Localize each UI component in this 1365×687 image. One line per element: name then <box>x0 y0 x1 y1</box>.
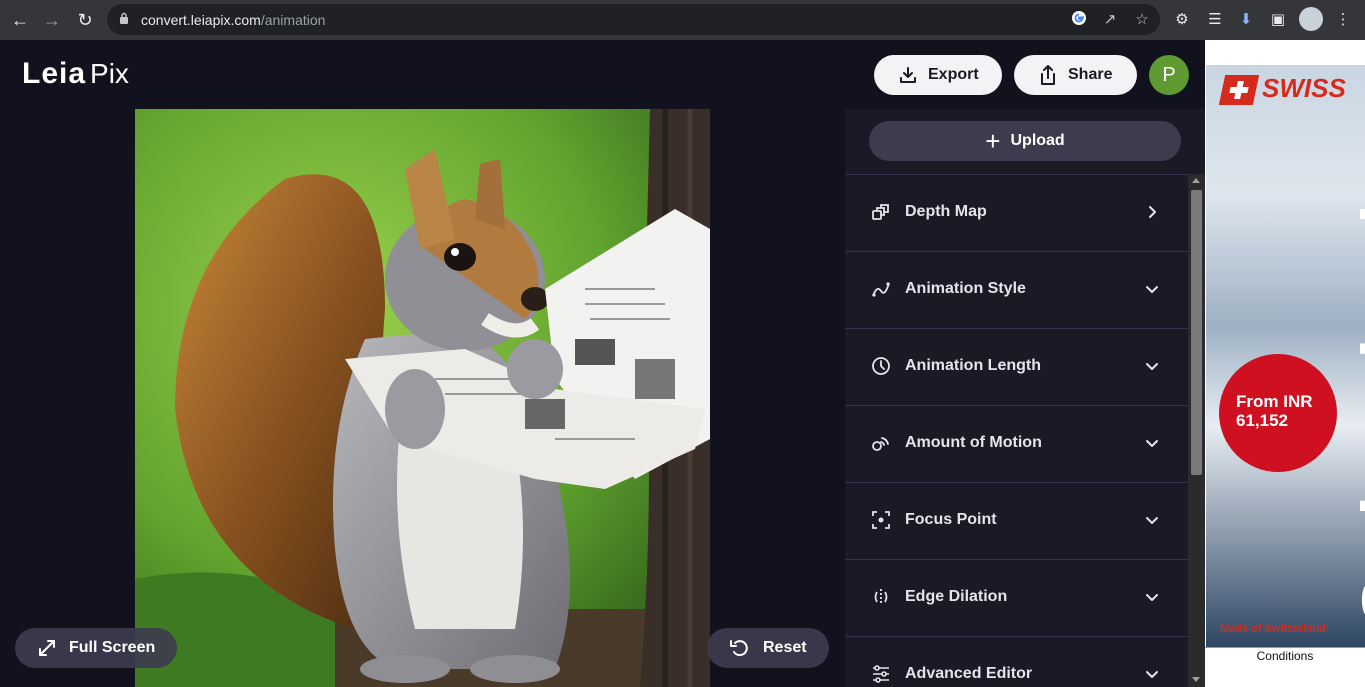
chevron-down-icon <box>1146 671 1158 678</box>
avatar[interactable]: P <box>1149 55 1189 95</box>
chevron-down-icon <box>1146 594 1158 601</box>
amount-of-motion-item[interactable]: Amount of Motion <box>845 405 1188 482</box>
animation-length-item[interactable]: Animation Length <box>845 328 1188 405</box>
animation-style-label: Animation Style <box>905 280 1026 297</box>
clock-icon <box>872 357 890 375</box>
sidebar-icon[interactable]: ▣ <box>1267 9 1289 31</box>
ad-brand: SWISS <box>1262 73 1346 103</box>
logo-main: Leia <box>22 57 87 90</box>
url-domain: convert.leiapix.com <box>141 12 261 28</box>
ad-vertical-text: Switzerland <box>1347 202 1365 625</box>
focus-point-item[interactable]: Focus Point <box>845 482 1188 559</box>
edge-dilation-item[interactable]: Edge Dilation <box>845 559 1188 636</box>
depth-map-item[interactable]: Depth Map <box>845 174 1188 251</box>
scroll-up-arrow[interactable] <box>1192 178 1200 183</box>
browser-toolbar: ← → ↻ convert.leiapix.com/animation ↗ ☆ … <box>0 0 1365 40</box>
chevron-down-icon <box>1146 363 1158 370</box>
chevron-down-icon <box>1146 440 1158 447</box>
chevron-down-icon <box>1146 286 1158 293</box>
menu-icon[interactable]: ⋮ <box>1332 9 1354 31</box>
forward-icon[interactable]: → <box>41 9 63 31</box>
panel-scrollbar[interactable] <box>1188 174 1205 687</box>
animation-style-icon <box>872 282 890 297</box>
upload-button[interactable]: + Upload <box>869 121 1181 161</box>
share-icon <box>1041 64 1055 85</box>
plus-icon: + <box>985 126 1001 156</box>
chevron-down-icon <box>1146 517 1158 524</box>
focus-point-icon <box>872 511 890 529</box>
lock-icon <box>120 12 128 24</box>
settings-panel: + Upload Depth Map Animation Style Animat… <box>845 109 1205 687</box>
address-bar[interactable]: convert.leiapix.com/animation ↗ ☆ <box>107 4 1160 35</box>
expand-icon <box>39 639 55 656</box>
scroll-down-arrow[interactable] <box>1192 677 1200 682</box>
share-button[interactable]: Share <box>1014 55 1137 95</box>
motion-icon <box>872 437 889 451</box>
export-button[interactable]: Export <box>874 55 1002 95</box>
full-screen-button[interactable]: Full Screen <box>15 628 177 668</box>
advanced-editor-item[interactable]: Advanced Editor <box>845 636 1188 687</box>
share-page-icon[interactable]: ↗ <box>1100 10 1120 30</box>
reading-list-icon[interactable]: ☰ <box>1204 9 1226 31</box>
reset-label: Reset <box>763 639 807 656</box>
download-icon <box>900 66 916 83</box>
export-label: Export <box>928 66 979 83</box>
sliders-icon <box>873 665 889 683</box>
logo[interactable]: Leia Pix <box>22 57 129 91</box>
leiapix-app: Leia Pix Export Share P Full Screen Rese… <box>0 40 1205 687</box>
squirrel-image <box>135 109 710 687</box>
google-icon[interactable] <box>1069 10 1089 30</box>
ad-made-text: Made of Switzerland <box>1220 623 1326 635</box>
reset-button[interactable]: Reset <box>707 628 829 668</box>
edge-dilation-icon <box>874 589 888 605</box>
swiss-advertisement[interactable]: SWISS Switzerland From INR 61,152 Made o… <box>1205 40 1365 687</box>
back-icon[interactable]: ← <box>9 9 31 31</box>
scroll-thumb[interactable] <box>1191 190 1202 475</box>
share-label: Share <box>1068 66 1113 83</box>
animation-length-label: Animation Length <box>905 357 1041 374</box>
full-screen-label: Full Screen <box>69 639 156 656</box>
ad-offer-line2: 61,152 <box>1236 411 1288 430</box>
logo-sub: Pix <box>90 58 129 89</box>
focus-point-label: Focus Point <box>905 511 997 528</box>
edge-dilation-label: Edge Dilation <box>905 588 1008 605</box>
upload-label: Upload <box>1010 132 1065 149</box>
depth-map-icon <box>872 204 889 220</box>
url-path: /animation <box>260 12 326 28</box>
advanced-editor-label: Advanced Editor <box>905 665 1033 682</box>
ad-conditions-link[interactable]: Conditions <box>1205 647 1365 663</box>
extensions-icon[interactable]: ⚙ <box>1171 9 1193 31</box>
chevron-right-icon <box>1149 206 1156 218</box>
undo-icon <box>730 639 748 656</box>
image-viewer[interactable] <box>135 109 710 687</box>
ad-image: SWISS Switzerland From INR 61,152 Made o… <box>1206 65 1365 647</box>
depth-map-label: Depth Map <box>905 203 987 220</box>
animation-style-item[interactable]: Animation Style <box>845 251 1188 328</box>
swiss-flag-logo <box>1218 75 1260 105</box>
reload-icon[interactable]: ↻ <box>74 9 96 31</box>
download-icon[interactable]: ⬇ <box>1235 9 1257 31</box>
profile-icon[interactable] <box>1299 7 1323 31</box>
ad-offer-line1: From INR <box>1236 392 1313 411</box>
amount-of-motion-label: Amount of Motion <box>905 434 1042 451</box>
ad-offer-badge: From INR 61,152 <box>1219 354 1337 472</box>
url-text: convert.leiapix.com/animation <box>141 12 325 28</box>
settings-list: Depth Map Animation Style Animation Leng… <box>845 174 1188 687</box>
star-icon[interactable]: ☆ <box>1132 10 1152 30</box>
